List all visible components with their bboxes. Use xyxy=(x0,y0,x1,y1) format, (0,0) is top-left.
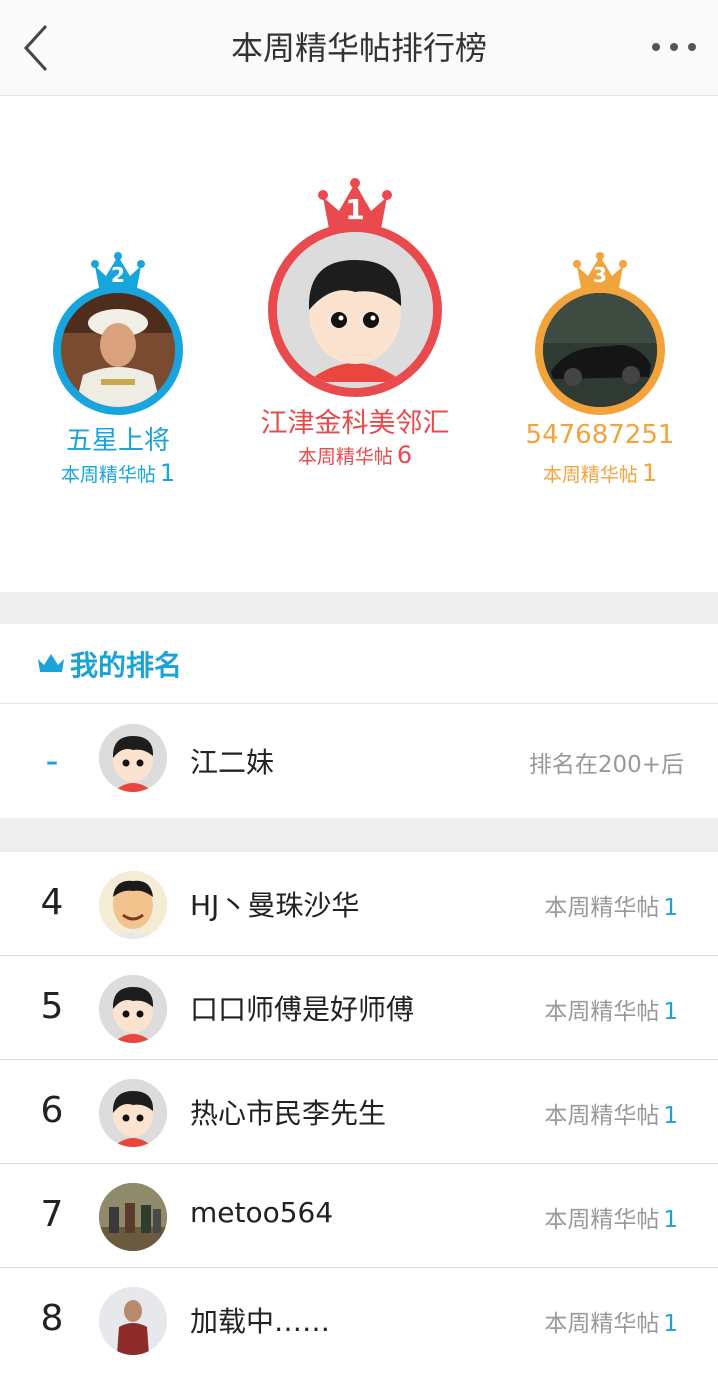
back-button[interactable] xyxy=(18,22,58,74)
weekly-count: 本周精华帖 1 xyxy=(544,992,678,1026)
page-title: 本周精华帖排行榜 xyxy=(230,29,487,67)
podium-count: 本周精华帖 6 xyxy=(220,441,490,469)
count-label: 本周精华帖 xyxy=(60,464,156,486)
rank-number: - xyxy=(45,741,59,782)
count-value: 1 xyxy=(663,1207,678,1233)
user-name: 热心市民李先生 xyxy=(190,1097,387,1130)
default-avatar-image xyxy=(99,724,167,792)
count-label: 本周精华帖 xyxy=(544,1311,660,1337)
count-value: 1 xyxy=(663,895,678,921)
default-avatar-image xyxy=(277,232,433,388)
list-item[interactable]: 5 口口师傅是好师傅 本周精华帖 1 xyxy=(0,956,718,1060)
rank-number: 7 xyxy=(40,1194,64,1235)
section-divider xyxy=(0,592,718,624)
avatar xyxy=(99,724,167,792)
avatar-photo xyxy=(61,293,175,407)
crown-icon xyxy=(38,654,64,672)
list-item[interactable]: 4 HJ丶曼珠沙华 本周精华帖 1 xyxy=(0,852,718,956)
section-divider xyxy=(0,818,718,852)
avatar xyxy=(268,223,442,397)
user-name: 加载中…… xyxy=(190,1305,331,1338)
count-value: 1 xyxy=(663,1103,678,1129)
person-photo-image xyxy=(99,1287,167,1355)
podium-name: 547687251 xyxy=(525,420,675,450)
user-name: 江二妹 xyxy=(190,746,275,779)
rank-status: 排名在200+后 xyxy=(528,752,684,778)
count-value: 1 xyxy=(159,459,176,487)
top-bar: 本周精华帖排行榜 xyxy=(0,0,718,96)
default-avatar-image xyxy=(99,1079,167,1147)
rank-number: 6 xyxy=(40,1090,64,1131)
count-label: 本周精华帖 xyxy=(544,1207,660,1233)
weekly-count: 本周精华帖 1 xyxy=(544,888,678,922)
my-rank-row[interactable]: - 江二妹 排名在200+后 xyxy=(0,705,718,818)
more-dots-icon xyxy=(652,43,696,51)
count-label: 本周精华帖 xyxy=(542,464,638,486)
list-item[interactable]: 8 加载中…… 本周精华帖 1 xyxy=(0,1268,718,1373)
count-value: 1 xyxy=(663,1311,678,1337)
avatar xyxy=(99,975,167,1043)
avatar xyxy=(99,1183,167,1251)
cartoon-avatar-image xyxy=(99,871,167,939)
user-name: HJ丶曼珠沙华 xyxy=(190,889,360,922)
user-name: 口口师傅是好师傅 xyxy=(190,993,415,1026)
count-label: 本周精华帖 xyxy=(544,1103,660,1129)
group-photo-image xyxy=(99,1183,167,1251)
weekly-count: 本周精华帖 1 xyxy=(544,1304,678,1338)
podium-count: 本周精华帖 1 xyxy=(18,459,218,487)
podium-name: 江津金科美邻汇 xyxy=(260,408,450,439)
default-avatar-image xyxy=(99,975,167,1043)
top-three-podium: 2 五星上将 本周精华帖 1 1 江津金科美邻汇 本周精华帖 6 3 54768… xyxy=(0,97,718,592)
list-item[interactable]: 6 热心市民李先生 本周精华帖 1 xyxy=(0,1060,718,1164)
my-rank-title: 我的排名 xyxy=(70,649,183,682)
my-rank-header: 我的排名 xyxy=(0,624,718,704)
weekly-count: 本周精华帖 1 xyxy=(544,1096,678,1130)
count-label: 本周精华帖 xyxy=(544,895,660,921)
count-value: 6 xyxy=(396,441,413,469)
rank-number: 4 xyxy=(40,882,64,923)
weekly-count: 本周精华帖 1 xyxy=(544,1200,678,1234)
rank-number-3: 3 xyxy=(593,263,607,287)
count-value: 1 xyxy=(641,459,658,487)
count-label: 本周精华帖 xyxy=(544,999,660,1025)
rank-number: 8 xyxy=(40,1298,64,1339)
count-value: 1 xyxy=(663,999,678,1025)
podium-count: 本周精华帖 1 xyxy=(500,459,700,487)
user-name: metoo564 xyxy=(190,1196,334,1229)
avatar xyxy=(99,871,167,939)
podium-name: 五星上将 xyxy=(65,426,170,456)
car-photo xyxy=(543,293,657,407)
avatar xyxy=(99,1079,167,1147)
rank-number-2: 2 xyxy=(111,263,125,287)
more-button[interactable] xyxy=(648,30,700,64)
avatar xyxy=(99,1287,167,1355)
list-item[interactable]: 7 metoo564 本周精华帖 1 xyxy=(0,1164,718,1268)
rank-number-1: 1 xyxy=(345,193,365,226)
avatar xyxy=(53,285,183,415)
rank-number: 5 xyxy=(40,986,64,1027)
count-label: 本周精华帖 xyxy=(297,446,393,468)
chevron-left-icon xyxy=(23,24,48,72)
avatar xyxy=(535,285,665,415)
